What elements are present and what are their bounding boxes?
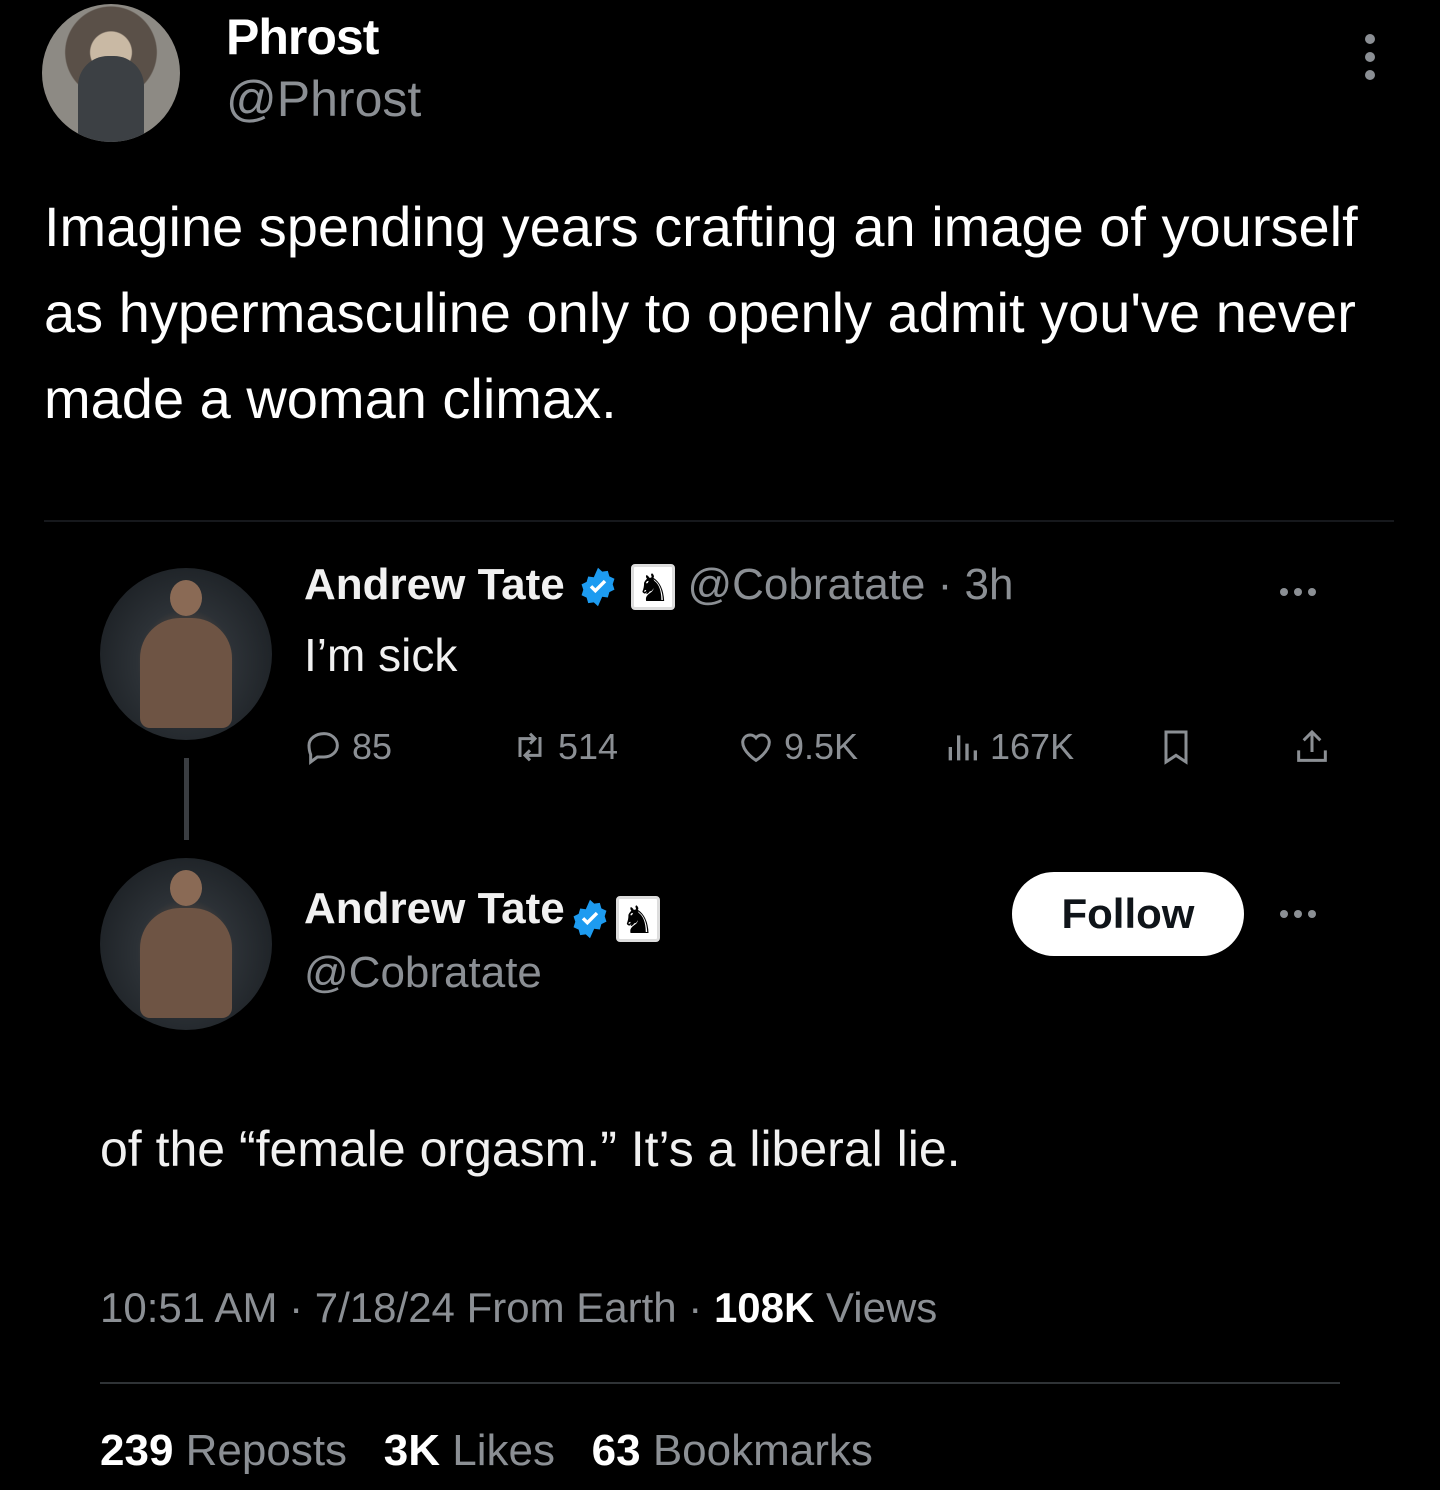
quoted-name-2[interactable]: Andrew Tate — [304, 884, 565, 933]
quoted-header-2: Andrew Tate ♞ — [304, 884, 660, 942]
quoted-name-1[interactable]: Andrew Tate — [304, 560, 565, 609]
divider — [100, 1382, 1340, 1384]
views-button[interactable]: 167K — [942, 726, 1156, 768]
repost-icon — [518, 732, 542, 762]
likes-total[interactable]: 3K Likes — [384, 1426, 555, 1475]
quoted-handle-2[interactable]: @Cobratate — [304, 948, 542, 998]
reply-count: 85 — [352, 726, 393, 767]
bookmark-icon — [1164, 730, 1188, 765]
tweet-meta: 10:51 AM · 7/18/24 From Earth · 108K Vie… — [100, 1284, 937, 1332]
more-horizontal-icon[interactable] — [1280, 588, 1316, 596]
follow-button[interactable]: Follow — [1012, 872, 1244, 956]
views-label: Views — [814, 1284, 938, 1331]
quoted-avatar-1[interactable] — [100, 568, 272, 740]
quoted-avatar-2[interactable] — [100, 858, 272, 1030]
reply-icon — [307, 732, 339, 765]
action-bar: 85 514 9.5K 167K — [304, 726, 1344, 768]
divider — [44, 520, 1394, 522]
thread-connector — [184, 758, 189, 840]
bookmark-button[interactable] — [1156, 727, 1292, 767]
quoted-header-1: Andrew Tate ♞ @Cobratate · 3h — [304, 560, 1013, 611]
like-button[interactable]: 9.5K — [736, 726, 942, 768]
chess-knight-icon: ♞ — [615, 895, 660, 942]
tweet-timestamp[interactable]: 10:51 AM · 7/18/24 From Earth · — [100, 1284, 714, 1331]
bookmarks-total[interactable]: 63 Bookmarks — [592, 1426, 873, 1475]
engagement-totals: 239 Reposts 3K Likes 63 Bookmarks — [100, 1426, 873, 1476]
kebab-menu-icon[interactable] — [1352, 34, 1388, 84]
author-handle[interactable]: @Phrost — [226, 70, 421, 128]
views-icon — [948, 735, 977, 761]
views-total: 108K — [713, 1284, 815, 1331]
repost-button[interactable]: 514 — [510, 726, 736, 768]
author-avatar[interactable] — [42, 4, 180, 142]
author-name[interactable]: Phrost — [226, 8, 379, 66]
reply-button[interactable]: 85 — [304, 726, 510, 768]
chess-knight-icon: ♞ — [631, 564, 676, 611]
views-count: 167K — [990, 726, 1075, 767]
share-icon — [1297, 729, 1327, 762]
quoted-text-2: of the “female orgasm.” It’s a liberal l… — [100, 1121, 961, 1177]
verified-badge-icon — [573, 899, 607, 939]
reposts-total[interactable]: 239 Reposts — [100, 1426, 347, 1475]
quoted-text-1: I’m sick — [304, 629, 458, 681]
like-icon — [741, 733, 771, 763]
quoted-handle-time-1[interactable]: @Cobratate · 3h — [687, 560, 1013, 609]
like-count: 9.5K — [784, 726, 859, 767]
more-horizontal-icon[interactable] — [1280, 910, 1316, 918]
post-text: Imagine spending years crafting an image… — [44, 195, 1358, 430]
repost-count: 514 — [558, 726, 619, 767]
share-button[interactable] — [1292, 727, 1332, 767]
verified-badge-icon — [581, 568, 615, 607]
